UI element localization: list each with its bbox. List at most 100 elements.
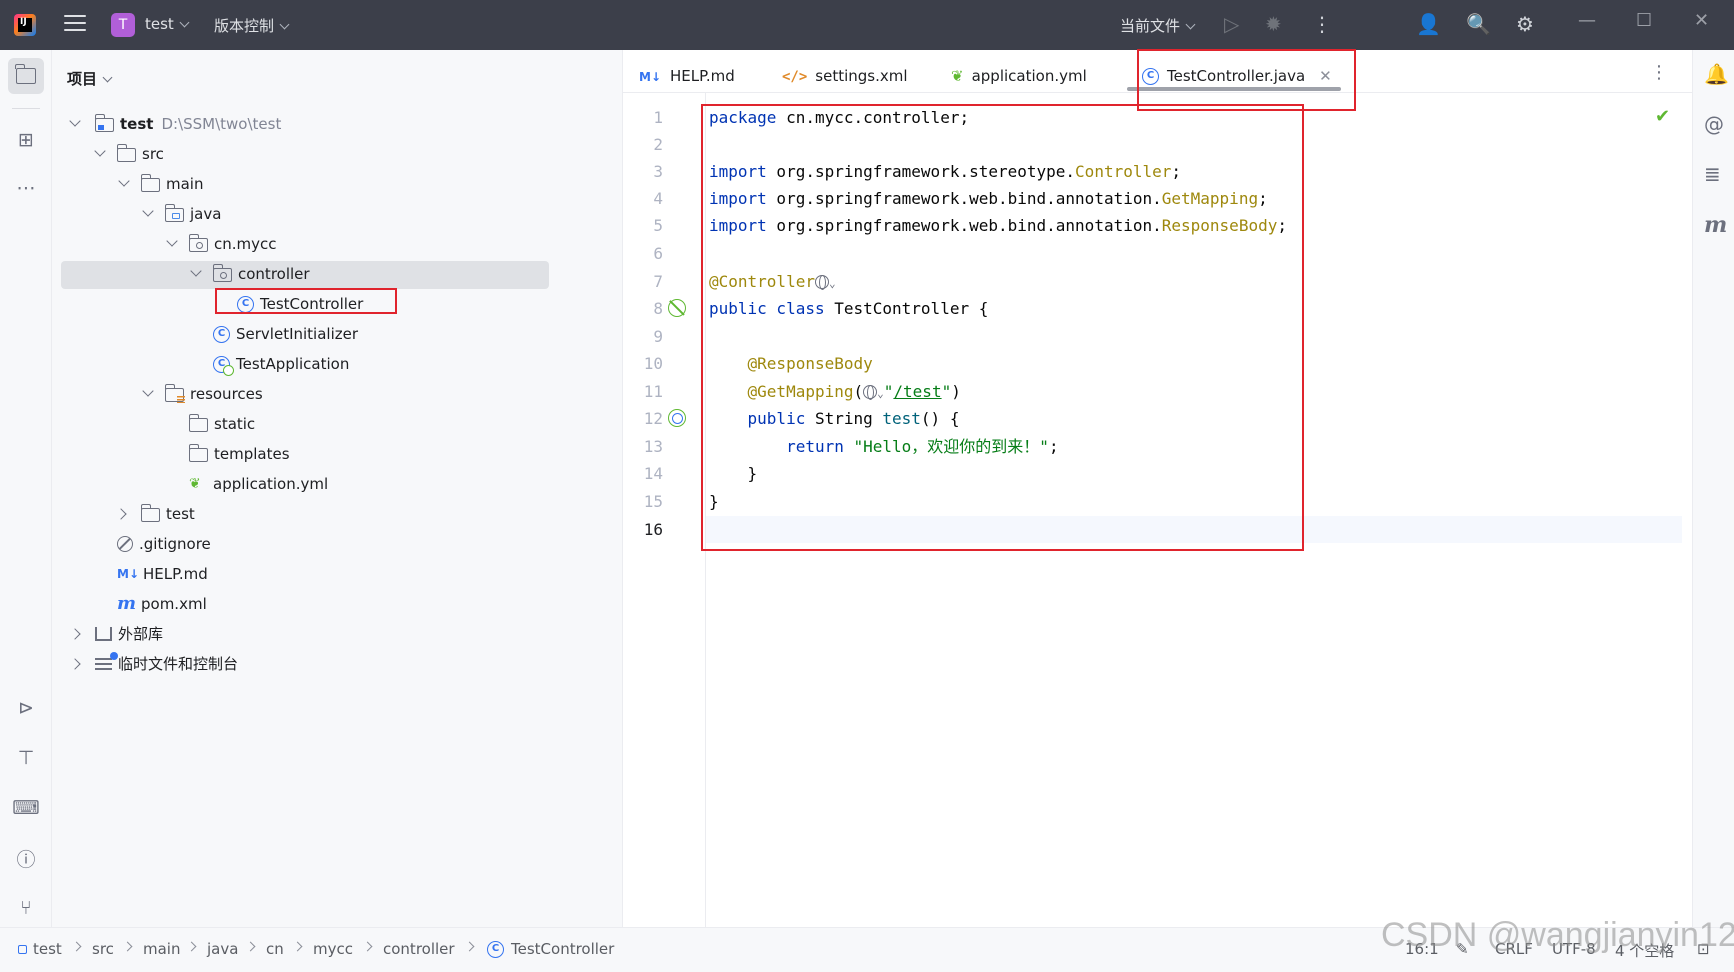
- tree-item-label: ServletInitializer: [236, 325, 359, 343]
- problems-tool-button[interactable]: ⓘ: [8, 840, 44, 876]
- tree-item-label: templates: [214, 445, 290, 463]
- tab-application-yml[interactable]: ❦ application.yml: [951, 55, 1087, 98]
- highlight-box-tree-item: [215, 288, 397, 314]
- breadcrumb-item[interactable]: cn: [266, 940, 284, 958]
- maven-icon: m: [117, 593, 137, 614]
- run-icon[interactable]: ▷: [1224, 12, 1239, 36]
- tree-item-cn-mycc[interactable]: cn.mycc: [166, 229, 277, 259]
- database-icon[interactable]: ≣: [1704, 162, 1721, 186]
- tree-item-templates[interactable]: templates: [188, 439, 290, 469]
- close-window-button[interactable]: ✕: [1694, 10, 1709, 31]
- structure-tool-button[interactable]: ⊞: [8, 122, 44, 158]
- tree-item-label: test: [166, 505, 195, 523]
- breadcrumb-label: TestController: [511, 940, 615, 958]
- tree-item-static[interactable]: static: [188, 409, 255, 439]
- scratch-icon: [95, 651, 118, 671]
- tree-item-pom-xml[interactable]: m pom.xml: [117, 589, 207, 619]
- line-number: 16: [643, 520, 663, 539]
- project-switcher[interactable]: test: [145, 15, 190, 33]
- folder-icon: [116, 144, 136, 162]
- tree-item-label: 临时文件和控制台: [118, 655, 239, 673]
- maximize-button[interactable]: ☐: [1636, 10, 1652, 31]
- more-tools-button[interactable]: ⋯: [8, 170, 44, 206]
- chevron-down-icon: [279, 19, 290, 30]
- breadcrumb-item[interactable]: src: [92, 940, 114, 958]
- ai-assistant-icon[interactable]: @: [1704, 112, 1724, 136]
- tree-item-label: HELP.md: [143, 565, 208, 583]
- tree-item-java[interactable]: java: [142, 199, 222, 229]
- tree-item-scratches[interactable]: 临时文件和控制台: [69, 649, 239, 679]
- xml-icon: </>: [782, 68, 808, 85]
- breadcrumb-item[interactable]: C TestController: [487, 940, 614, 958]
- more-actions-icon[interactable]: ⋮: [1312, 12, 1332, 36]
- git-tool-button[interactable]: ⑂: [8, 890, 44, 926]
- folder-icon: [188, 444, 208, 462]
- tree-item-test-folder[interactable]: test: [115, 499, 195, 529]
- breadcrumb-item[interactable]: controller: [383, 940, 455, 958]
- terminal-icon: ⌨: [12, 797, 40, 819]
- tree-item-resources[interactable]: resources: [142, 379, 263, 409]
- run-config-label: 当前文件: [1120, 17, 1181, 35]
- tree-item-testapplication[interactable]: C TestApplication: [213, 349, 349, 379]
- tree-item-application-yml[interactable]: ❦ application.yml: [189, 469, 328, 499]
- spring-bean-gutter-icon[interactable]: [668, 299, 686, 317]
- spring-class-icon: C: [213, 355, 234, 376]
- tree-item-src[interactable]: src: [94, 139, 164, 169]
- breadcrumb-item[interactable]: mycc: [313, 940, 353, 958]
- tree-item-test-module[interactable]: test D:\SSM\two\test: [69, 109, 282, 139]
- project-name: test: [145, 15, 174, 33]
- breadcrumb-item[interactable]: java: [207, 940, 238, 958]
- tree-item-label: java: [190, 205, 222, 223]
- tree-item-servletinitializer[interactable]: C ServletInitializer: [213, 319, 358, 349]
- breadcrumb-label: test: [33, 940, 62, 958]
- main-menu-icon[interactable]: [64, 15, 86, 35]
- tab-label: settings.xml: [815, 67, 908, 85]
- debug-icon[interactable]: ✹: [1265, 12, 1282, 36]
- services-icon: ⊳: [18, 697, 34, 719]
- module-folder-icon: [94, 114, 114, 132]
- tree-item-help-md[interactable]: M↓ HELP.md: [117, 559, 208, 589]
- tree-item-label: TestApplication: [236, 355, 350, 373]
- chevron-right-icon: [245, 941, 256, 952]
- spring-mapping-gutter-icon[interactable]: [668, 409, 686, 427]
- vcs-menu-label: 版本控制: [214, 17, 275, 35]
- tree-item-label: pom.xml: [141, 595, 207, 613]
- tab-help-md[interactable]: M↓ HELP.md: [639, 55, 735, 98]
- tree-item-gitignore[interactable]: .gitignore: [117, 529, 211, 559]
- notifications-bell-icon[interactable]: 🔔: [1704, 62, 1729, 86]
- tree-item-controller[interactable]: controller: [190, 259, 310, 289]
- intellij-logo-icon[interactable]: IJ: [14, 14, 36, 36]
- project-badge[interactable]: T: [111, 13, 135, 37]
- chevron-right-icon: [71, 941, 82, 952]
- project-tool-button[interactable]: [8, 58, 44, 94]
- tab-label: application.yml: [971, 67, 1087, 85]
- tree-item-label: resources: [190, 385, 263, 403]
- breadcrumb-item[interactable]: main: [143, 940, 180, 958]
- breadcrumb-item[interactable]: test: [18, 940, 62, 958]
- module-path: D:\SSM\two\test: [161, 115, 282, 133]
- line-number: 4: [653, 189, 663, 208]
- services-tool-button[interactable]: ⊳: [8, 690, 44, 726]
- tab-settings-xml[interactable]: </> settings.xml: [782, 55, 908, 98]
- code-with-me-icon[interactable]: 👤: [1416, 12, 1441, 36]
- no-problems-check-icon[interactable]: ✔: [1655, 106, 1670, 127]
- chevron-right-icon: [292, 941, 303, 952]
- maven-icon[interactable]: m: [1704, 212, 1727, 238]
- settings-gear-icon[interactable]: ⚙: [1516, 12, 1534, 36]
- line-number: 15: [643, 492, 663, 511]
- run-config-selector[interactable]: 当前文件: [1120, 15, 1196, 36]
- tree-item-main[interactable]: main: [118, 169, 204, 199]
- minimize-button[interactable]: —: [1578, 10, 1596, 31]
- search-icon[interactable]: 🔍: [1466, 12, 1491, 36]
- tree-item-label: cn.mycc: [214, 235, 277, 253]
- markdown-icon: M↓: [117, 567, 139, 581]
- folder-icon: [140, 504, 160, 522]
- tree-item-external-libraries[interactable]: 外部库: [69, 619, 163, 649]
- tree-item-label: main: [166, 175, 204, 193]
- project-panel-header[interactable]: 项目: [67, 68, 113, 89]
- ellipsis-icon: ⋯: [16, 177, 36, 199]
- tab-options-icon[interactable]: ⋮: [1650, 62, 1668, 83]
- build-tool-button[interactable]: ⊤: [8, 740, 44, 776]
- vcs-menu[interactable]: 版本控制: [214, 15, 290, 36]
- terminal-tool-button[interactable]: ⌨: [8, 790, 44, 826]
